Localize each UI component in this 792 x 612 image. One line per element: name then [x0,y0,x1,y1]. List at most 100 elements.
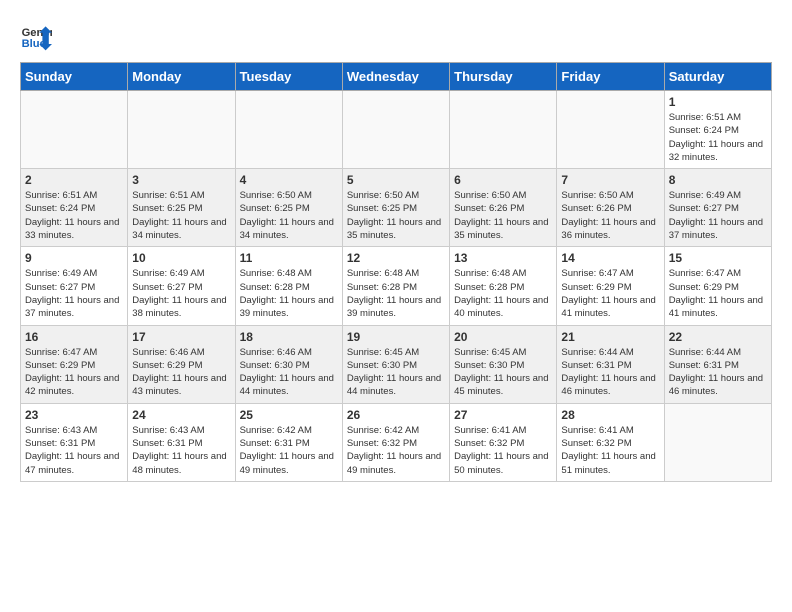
day-number: 27 [454,408,552,422]
day-number: 25 [240,408,338,422]
calendar-cell: 10 Sunrise: 6:49 AM Sunset: 6:27 PM Dayli… [128,247,235,325]
day-number: 9 [25,251,123,265]
day-number: 8 [669,173,767,187]
day-info: Sunrise: 6:47 AM Sunset: 6:29 PM Dayligh… [669,267,767,320]
day-number: 1 [669,95,767,109]
day-number: 13 [454,251,552,265]
calendar-cell [342,91,449,169]
logo: General Blue [20,20,56,52]
day-info: Sunrise: 6:48 AM Sunset: 6:28 PM Dayligh… [454,267,552,320]
calendar-cell: 2 Sunrise: 6:51 AM Sunset: 6:24 PM Daylig… [21,169,128,247]
calendar-cell: 9 Sunrise: 6:49 AM Sunset: 6:27 PM Daylig… [21,247,128,325]
calendar-cell: 28Sunrise: 6:41 AM Sunset: 6:32 PM Dayli… [557,403,664,481]
day-info: Sunrise: 6:44 AM Sunset: 6:31 PM Dayligh… [561,346,659,399]
weekday-header-row: SundayMondayTuesdayWednesdayThursdayFrid… [21,63,772,91]
day-info: Sunrise: 6:42 AM Sunset: 6:32 PM Dayligh… [347,424,445,477]
calendar-cell: 26 Sunrise: 6:42 AM Sunset: 6:32 PM Dayli… [342,403,449,481]
calendar-cell: 1 Sunrise: 6:51 AM Sunset: 6:24 PM Daylig… [664,91,771,169]
day-number: 12 [347,251,445,265]
day-info: Sunrise: 6:46 AM Sunset: 6:29 PM Dayligh… [132,346,230,399]
day-number: 15 [669,251,767,265]
calendar-cell: 16 Sunrise: 6:47 AM Sunset: 6:29 PM Dayli… [21,325,128,403]
day-info: Sunrise: 6:50 AM Sunset: 6:25 PM Dayligh… [347,189,445,242]
calendar-cell: 19 Sunrise: 6:45 AM Sunset: 6:30 PM Dayli… [342,325,449,403]
day-number: 18 [240,330,338,344]
calendar-cell: 25 Sunrise: 6:42 AM Sunset: 6:31 PM Dayli… [235,403,342,481]
day-number: 20 [454,330,552,344]
day-info: Sunrise: 6:51 AM Sunset: 6:24 PM Dayligh… [669,111,767,164]
weekday-header-sunday: Sunday [21,63,128,91]
calendar-cell: 5Sunrise: 6:50 AM Sunset: 6:25 PM Daylig… [342,169,449,247]
calendar-cell [235,91,342,169]
day-info: Sunrise: 6:45 AM Sunset: 6:30 PM Dayligh… [454,346,552,399]
logo-icon: General Blue [20,20,52,52]
week-row-4: 16 Sunrise: 6:47 AM Sunset: 6:29 PM Dayli… [21,325,772,403]
week-row-1: 1 Sunrise: 6:51 AM Sunset: 6:24 PM Daylig… [21,91,772,169]
calendar-cell: 8 Sunrise: 6:49 AM Sunset: 6:27 PM Daylig… [664,169,771,247]
day-info: Sunrise: 6:43 AM Sunset: 6:31 PM Dayligh… [25,424,123,477]
day-number: 19 [347,330,445,344]
calendar-cell: 15 Sunrise: 6:47 AM Sunset: 6:29 PM Dayli… [664,247,771,325]
weekday-header-thursday: Thursday [450,63,557,91]
day-info: Sunrise: 6:44 AM Sunset: 6:31 PM Dayligh… [669,346,767,399]
day-number: 4 [240,173,338,187]
weekday-header-tuesday: Tuesday [235,63,342,91]
calendar-cell: 3 Sunrise: 6:51 AM Sunset: 6:25 PM Daylig… [128,169,235,247]
day-info: Sunrise: 6:51 AM Sunset: 6:25 PM Dayligh… [132,189,230,242]
day-info: Sunrise: 6:50 AM Sunset: 6:25 PM Dayligh… [240,189,338,242]
weekday-header-wednesday: Wednesday [342,63,449,91]
day-info: Sunrise: 6:45 AM Sunset: 6:30 PM Dayligh… [347,346,445,399]
calendar-cell: 18Sunrise: 6:46 AM Sunset: 6:30 PM Dayli… [235,325,342,403]
calendar-cell: 11 Sunrise: 6:48 AM Sunset: 6:28 PM Dayli… [235,247,342,325]
day-number: 6 [454,173,552,187]
calendar-cell: 27 Sunrise: 6:41 AM Sunset: 6:32 PM Dayli… [450,403,557,481]
calendar-cell [21,91,128,169]
calendar-cell: 14 Sunrise: 6:47 AM Sunset: 6:29 PM Dayli… [557,247,664,325]
day-number: 7 [561,173,659,187]
day-number: 3 [132,173,230,187]
calendar-cell: 20 Sunrise: 6:45 AM Sunset: 6:30 PM Dayli… [450,325,557,403]
day-info: Sunrise: 6:50 AM Sunset: 6:26 PM Dayligh… [454,189,552,242]
day-info: Sunrise: 6:47 AM Sunset: 6:29 PM Dayligh… [25,346,123,399]
calendar-cell: 22 Sunrise: 6:44 AM Sunset: 6:31 PM Dayli… [664,325,771,403]
day-number: 14 [561,251,659,265]
calendar-cell: 24Sunrise: 6:43 AM Sunset: 6:31 PM Dayli… [128,403,235,481]
day-number: 17 [132,330,230,344]
calendar-cell: 13 Sunrise: 6:48 AM Sunset: 6:28 PM Dayli… [450,247,557,325]
weekday-header-saturday: Saturday [664,63,771,91]
day-info: Sunrise: 6:42 AM Sunset: 6:31 PM Dayligh… [240,424,338,477]
day-number: 2 [25,173,123,187]
day-number: 10 [132,251,230,265]
week-row-2: 2 Sunrise: 6:51 AM Sunset: 6:24 PM Daylig… [21,169,772,247]
day-number: 21 [561,330,659,344]
weekday-header-monday: Monday [128,63,235,91]
day-number: 16 [25,330,123,344]
calendar-table: SundayMondayTuesdayWednesdayThursdayFrid… [20,62,772,482]
day-info: Sunrise: 6:49 AM Sunset: 6:27 PM Dayligh… [669,189,767,242]
calendar-cell: 6 Sunrise: 6:50 AM Sunset: 6:26 PM Daylig… [450,169,557,247]
calendar-cell [128,91,235,169]
week-row-3: 9 Sunrise: 6:49 AM Sunset: 6:27 PM Daylig… [21,247,772,325]
day-info: Sunrise: 6:41 AM Sunset: 6:32 PM Dayligh… [561,424,659,477]
day-number: 26 [347,408,445,422]
day-info: Sunrise: 6:48 AM Sunset: 6:28 PM Dayligh… [240,267,338,320]
day-info: Sunrise: 6:43 AM Sunset: 6:31 PM Dayligh… [132,424,230,477]
day-info: Sunrise: 6:48 AM Sunset: 6:28 PM Dayligh… [347,267,445,320]
calendar-cell [450,91,557,169]
day-number: 11 [240,251,338,265]
weekday-header-friday: Friday [557,63,664,91]
calendar-cell: 23Sunrise: 6:43 AM Sunset: 6:31 PM Dayli… [21,403,128,481]
day-info: Sunrise: 6:49 AM Sunset: 6:27 PM Dayligh… [132,267,230,320]
day-number: 22 [669,330,767,344]
day-info: Sunrise: 6:49 AM Sunset: 6:27 PM Dayligh… [25,267,123,320]
week-row-5: 23Sunrise: 6:43 AM Sunset: 6:31 PM Dayli… [21,403,772,481]
day-info: Sunrise: 6:50 AM Sunset: 6:26 PM Dayligh… [561,189,659,242]
day-info: Sunrise: 6:47 AM Sunset: 6:29 PM Dayligh… [561,267,659,320]
day-info: Sunrise: 6:41 AM Sunset: 6:32 PM Dayligh… [454,424,552,477]
page-header: General Blue [20,20,772,52]
calendar-cell: 7 Sunrise: 6:50 AM Sunset: 6:26 PM Daylig… [557,169,664,247]
calendar-cell: 17 Sunrise: 6:46 AM Sunset: 6:29 PM Dayli… [128,325,235,403]
calendar-cell: 4 Sunrise: 6:50 AM Sunset: 6:25 PM Daylig… [235,169,342,247]
day-info: Sunrise: 6:51 AM Sunset: 6:24 PM Dayligh… [25,189,123,242]
calendar-cell: 21 Sunrise: 6:44 AM Sunset: 6:31 PM Dayli… [557,325,664,403]
